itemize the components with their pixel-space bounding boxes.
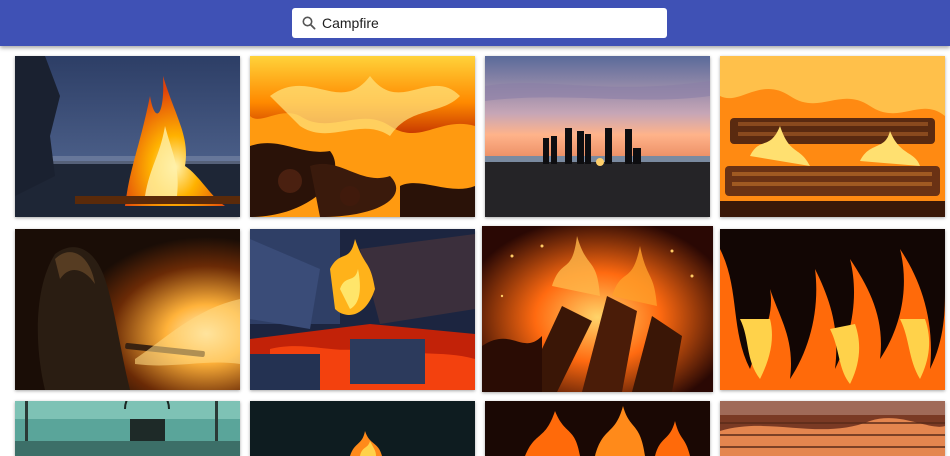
image-result-11[interactable] [485, 401, 710, 456]
image-result-8[interactable] [720, 229, 945, 390]
app-header [0, 0, 950, 46]
image-result-9[interactable] [15, 401, 240, 456]
image-result-1[interactable] [15, 56, 240, 217]
search-input[interactable] [322, 8, 657, 38]
image-result-4[interactable] [720, 56, 945, 217]
search-bar[interactable] [292, 8, 667, 38]
image-result-7[interactable] [482, 226, 713, 392]
image-result-10[interactable] [250, 401, 475, 456]
image-result-2[interactable] [250, 56, 475, 217]
image-result-6[interactable] [250, 229, 475, 390]
image-result-12[interactable] [720, 401, 945, 456]
image-result-5[interactable] [15, 229, 240, 390]
image-results-grid [0, 0, 950, 456]
image-result-3[interactable] [485, 56, 710, 217]
search-icon [302, 16, 316, 30]
